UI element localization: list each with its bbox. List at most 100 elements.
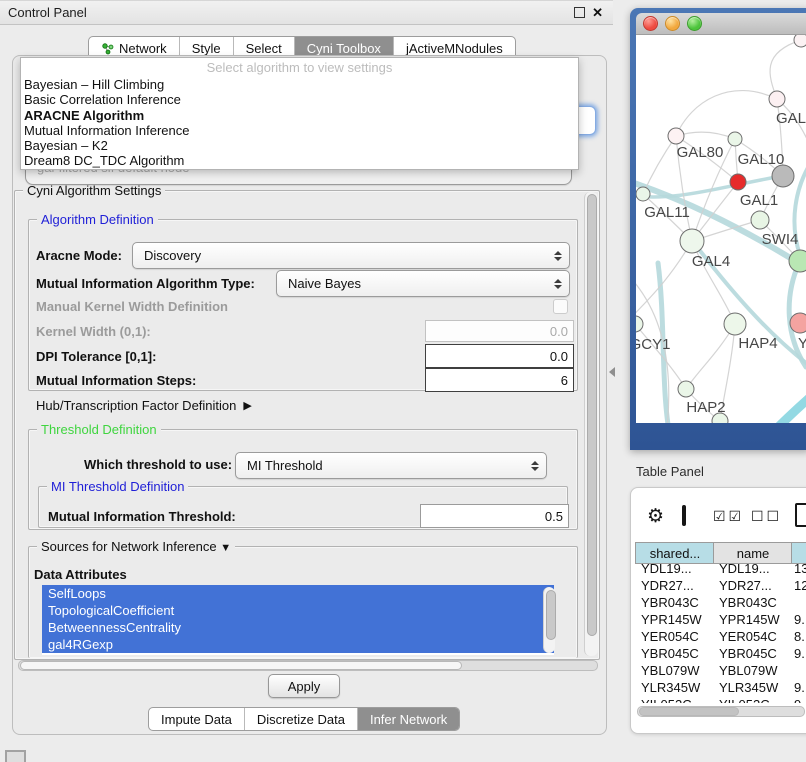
node-label-gal4: GAL4 (692, 253, 730, 270)
tab-label: Network (119, 41, 167, 56)
hub-definition-toggle[interactable]: Hub/Transcription Factor Definition ▶ (36, 396, 252, 414)
table-row[interactable]: YDR27...YDR27...12 (631, 578, 806, 595)
minimized-panel-icon[interactable] (5, 750, 26, 762)
algorithm-option-bayesian-hill-climbing[interactable]: Bayesian – Hill Climbing (21, 77, 578, 92)
mi-type-combo[interactable]: Naive Bayes (276, 270, 570, 297)
aracne-mode-value: Discovery (133, 248, 201, 263)
aracne-mode-label: Aracne Mode: (36, 243, 122, 267)
network-node[interactable] (636, 316, 643, 332)
table-horizontal-scrollbar-thumb[interactable] (639, 707, 739, 716)
network-window-titlebar[interactable] (636, 13, 806, 35)
table-cell: YBR045C (641, 646, 699, 661)
network-node[interactable] (751, 211, 769, 229)
node-label-hap2: HAP2 (686, 399, 725, 416)
checked-boxes-icon[interactable]: ☑☑ (713, 509, 744, 525)
cyni-algorithm-settings-title: Cyni Algorithm Settings (23, 183, 165, 198)
network-edge[interactable] (770, 40, 801, 99)
manual-kernel-checkbox[interactable] (553, 299, 568, 314)
algorithm-option-dream8-dc-tdc-algorithm[interactable]: Dream8 DC_TDC Algorithm (21, 153, 578, 168)
table-rows[interactable]: YDL19...YDL19...13YDR27...YDR27...12YBR0… (631, 561, 806, 703)
table-row[interactable]: YBR045CYBR045C9. (631, 646, 806, 663)
zoom-window-icon[interactable] (687, 16, 702, 31)
control-panel-title: Control Panel (8, 5, 87, 20)
table-row[interactable]: YBL079WYBL079W (631, 663, 806, 680)
network-canvas[interactable]: GALGAL80GAL10GAL11GAL1SWI4GAL4GCY1HAP4YH… (636, 35, 806, 423)
algorithm-option-mutual-information-inference[interactable]: Mutual Information Inference (21, 123, 578, 138)
which-threshold-combo[interactable]: MI Threshold (235, 452, 547, 479)
float-panel-icon[interactable] (574, 7, 585, 18)
table-row[interactable]: YPR145WYPR145W9. (631, 612, 806, 629)
network-node[interactable] (790, 313, 806, 333)
stepper-icon (554, 278, 562, 290)
manual-kernel-label: Manual Kernel Width Definition (36, 298, 228, 314)
gear-icon[interactable]: ⚙ (647, 505, 664, 527)
table-row[interactable]: YLR345WYLR345W9. (631, 680, 806, 697)
network-node[interactable] (794, 35, 806, 47)
network-node[interactable] (730, 174, 746, 190)
table-row[interactable]: YBR043CYBR043C (631, 595, 806, 612)
kernel-width-field[interactable]: 0.0 (425, 320, 574, 342)
algorithm-option-aracne-algorithm[interactable]: ARACNE Algorithm (21, 108, 578, 123)
network-node[interactable] (636, 187, 650, 201)
node-label-hap4: HAP4 (738, 335, 777, 352)
mi-threshold-field[interactable]: 0.5 (420, 504, 569, 528)
tab-discretize-data[interactable]: Discretize Data (244, 708, 357, 730)
which-threshold-label: Which threshold to use: (84, 452, 232, 477)
bottom-tab-bar: Impute DataDiscretize DataInfer Network (148, 707, 460, 731)
table-cell: YDL19... (641, 561, 692, 576)
attribute-item-topologicalcoefficient[interactable]: TopologicalCoefficient (42, 602, 554, 619)
table-cell: YLR345W (641, 680, 700, 695)
algorithm-option-bayesian-k2[interactable]: Bayesian – K2 (21, 138, 578, 153)
table-horizontal-scrollbar[interactable] (637, 706, 805, 717)
algorithm-dropdown-placeholder: Select algorithm to view settings (21, 58, 578, 77)
kernel-width-value: 0.0 (550, 324, 568, 339)
expanded-arrow-icon[interactable]: ▼ (220, 542, 231, 554)
splitter-collapse-icon[interactable] (609, 367, 615, 377)
attribute-item-selfloops[interactable]: SelfLoops (42, 585, 554, 602)
network-node[interactable] (678, 381, 694, 397)
node-label-gal10: GAL10 (738, 151, 785, 168)
tab-infer-network[interactable]: Infer Network (357, 708, 459, 730)
network-node[interactable] (772, 165, 794, 187)
attribute-list-scrollbar[interactable] (543, 587, 555, 653)
unchecked-boxes-icon[interactable]: ☐☐ (751, 509, 782, 525)
document-icon[interactable] (795, 503, 806, 527)
data-attributes-list[interactable]: SelfLoopsTopologicalCoefficientBetweenne… (42, 585, 554, 655)
algorithm-option-basic-correlation-inference[interactable]: Basic Correlation Inference (21, 92, 578, 107)
close-window-icon[interactable] (643, 16, 658, 31)
close-panel-icon[interactable]: ✕ (592, 6, 603, 19)
network-node[interactable] (789, 250, 806, 272)
settings-vertical-scrollbar-thumb[interactable] (587, 194, 597, 636)
table-row[interactable]: YDL19...YDL19...13 (631, 561, 806, 578)
settings-horizontal-scrollbar[interactable] (18, 660, 598, 671)
mi-steps-field[interactable]: 6 (425, 368, 574, 392)
network-node[interactable] (680, 229, 704, 253)
table-row[interactable]: YER054CYER054C8. (631, 629, 806, 646)
sources-title-text: Sources for Network Inference (41, 539, 217, 554)
network-node[interactable] (724, 313, 746, 335)
split-columns-icon[interactable] (682, 505, 686, 526)
network-edge[interactable] (676, 132, 735, 139)
apply-button[interactable]: Apply (268, 674, 340, 698)
table-row[interactable]: YIL052CYIL052C9 (631, 697, 806, 703)
table-cell: 9. (794, 612, 805, 627)
network-node[interactable] (769, 91, 785, 107)
attribute-item-betweennesscentrality[interactable]: BetweennessCentrality (42, 619, 554, 636)
algorithm-dropdown[interactable]: Select algorithm to view settings Bayesi… (20, 57, 579, 170)
network-edge[interactable] (676, 91, 777, 136)
network-node[interactable] (728, 132, 742, 146)
network-icon (101, 42, 114, 55)
table-cell: YBR043C (641, 595, 699, 610)
network-edge[interactable] (754, 387, 806, 423)
aracne-mode-combo[interactable]: Discovery (132, 242, 570, 269)
network-node[interactable] (668, 128, 684, 144)
attribute-item-gal4rgexp[interactable]: gal4RGexp (42, 636, 554, 653)
which-threshold-value: MI Threshold (236, 458, 323, 473)
settings-horizontal-scrollbar-thumb[interactable] (20, 661, 462, 670)
dpi-tolerance-field[interactable]: 0.0 (425, 344, 574, 368)
table-cell: YBL079W (641, 663, 700, 678)
tab-impute-data[interactable]: Impute Data (149, 708, 244, 730)
attribute-list-scrollbar-thumb[interactable] (546, 590, 556, 640)
minimize-window-icon[interactable] (665, 16, 680, 31)
settings-vertical-scrollbar[interactable] (584, 192, 598, 656)
